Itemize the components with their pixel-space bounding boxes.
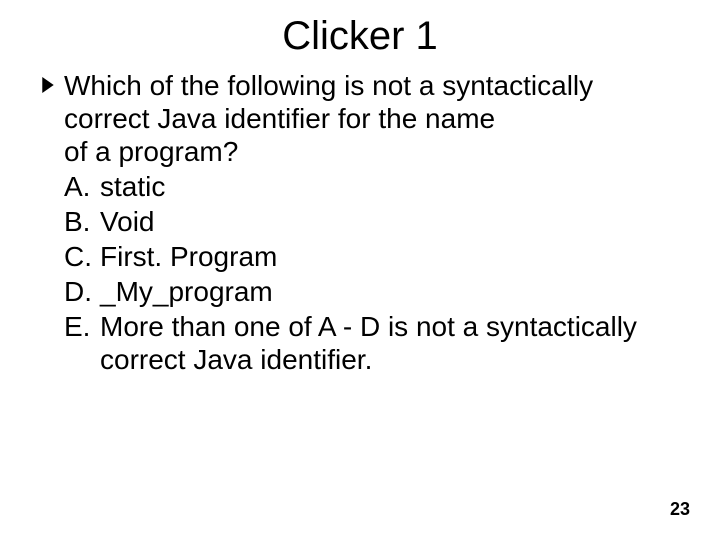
option-c-text: First. Program — [100, 240, 690, 273]
slide-title: Clicker 1 — [0, 0, 720, 69]
option-b-text: Void — [100, 205, 690, 238]
option-b: B. Void — [42, 205, 690, 238]
option-e-line-1: More than one of A - D is not a syntacti… — [100, 310, 690, 343]
question-text: Which of the following is not a syntacti… — [64, 69, 690, 168]
option-d: D. _My_program — [42, 275, 690, 308]
option-c: C. First. Program — [42, 240, 690, 273]
option-b-label: B. — [64, 205, 100, 238]
option-a-label: A. — [64, 170, 100, 203]
slide: Clicker 1 Which of the following is not … — [0, 0, 720, 540]
question-line-1: Which of the following is not a syntacti… — [64, 69, 690, 102]
option-e-label: E. — [64, 310, 100, 376]
page-number: 23 — [670, 499, 690, 520]
option-e-line-2: correct Java identifier. — [100, 343, 690, 376]
option-a: A. static — [42, 170, 690, 203]
question-block: Which of the following is not a syntacti… — [42, 69, 690, 168]
bullet-arrow-icon — [42, 69, 64, 93]
option-d-label: D. — [64, 275, 100, 308]
option-c-label: C. — [64, 240, 100, 273]
slide-body: Which of the following is not a syntacti… — [0, 69, 720, 376]
option-e: E. More than one of A - D is not a synta… — [42, 310, 690, 376]
option-d-text: _My_program — [100, 275, 690, 308]
option-a-text: static — [100, 170, 690, 203]
question-line-3: of a program? — [64, 135, 690, 168]
option-e-text: More than one of A - D is not a syntacti… — [100, 310, 690, 376]
question-line-2: correct Java identifier for the name — [64, 102, 690, 135]
